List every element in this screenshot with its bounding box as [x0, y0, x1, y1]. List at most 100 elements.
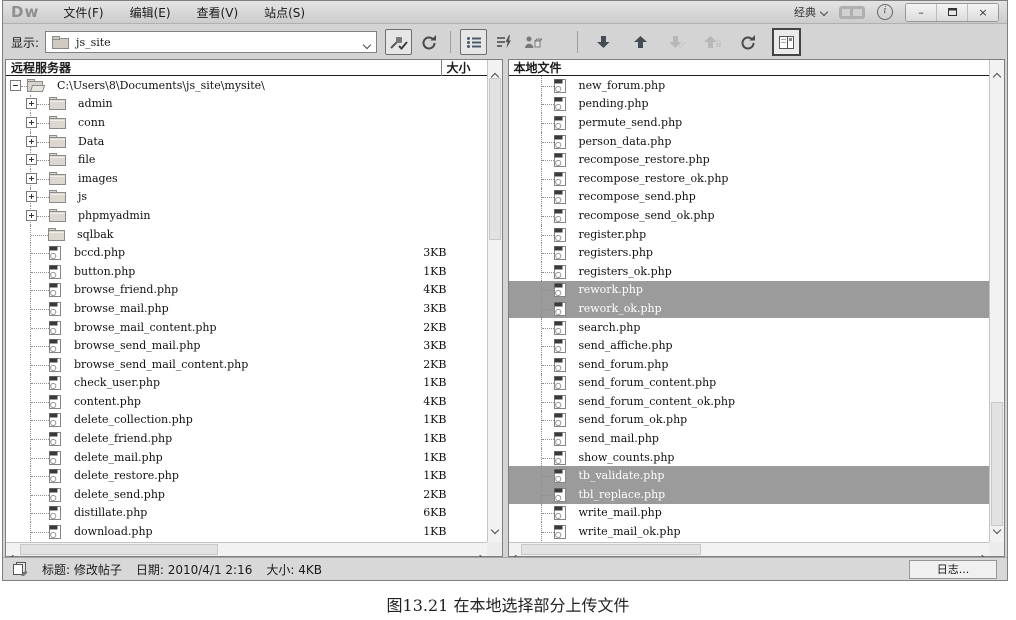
expand-expander-icon[interactable]: [26, 210, 37, 221]
expand-expander-icon[interactable]: [26, 98, 37, 109]
tree-row[interactable]: send_forum_ok.php: [509, 411, 990, 430]
menu-edit[interactable]: 编辑(E): [130, 4, 171, 21]
tree-row[interactable]: send_forum_content_ok.php: [509, 392, 990, 411]
tree-row[interactable]: button.php1KB: [6, 262, 487, 281]
tree-row[interactable]: sqlbak: [6, 225, 487, 244]
tree-row[interactable]: send_affiche.php: [509, 336, 990, 355]
local-horizontal-scrollbar[interactable]: [509, 542, 990, 556]
maximize-button[interactable]: [936, 4, 967, 21]
menu-view[interactable]: 查看(V): [197, 4, 239, 21]
tree-row[interactable]: browse_send_mail_content.php2KB: [6, 355, 487, 374]
tree-row[interactable]: js: [6, 188, 487, 207]
testing-server-view-button[interactable]: [491, 30, 516, 54]
get-files-button[interactable]: [591, 30, 616, 54]
menu-file[interactable]: 文件(F): [63, 4, 103, 21]
tree-row[interactable]: recompose_send.php: [509, 188, 990, 207]
tree-row[interactable]: delete_collection.php1KB: [6, 411, 487, 430]
scroll-down-icon[interactable]: [993, 526, 1001, 534]
tree-row[interactable]: browse_friend.php4KB: [6, 281, 487, 300]
help-info-icon[interactable]: i: [877, 4, 893, 20]
remote-horizontal-scrollbar[interactable]: [6, 542, 487, 556]
check-out-button[interactable]: [665, 30, 690, 54]
put-files-icon: [634, 35, 647, 49]
tree-row[interactable]: browse_mail_content.php2KB: [6, 318, 487, 337]
site-select-combo[interactable]: js_site: [45, 31, 377, 53]
expand-expander-icon[interactable]: [26, 136, 37, 147]
tree-row[interactable]: browse_send_mail.php3KB: [6, 336, 487, 355]
row-label: bccd.php: [74, 246, 125, 259]
refresh-button[interactable]: [416, 30, 441, 54]
collapse-expander-icon[interactable]: [10, 80, 21, 91]
close-button[interactable]: ×: [967, 4, 998, 21]
tree-row[interactable]: Data: [6, 132, 487, 151]
tree-row[interactable]: registers.php: [509, 243, 990, 262]
tree-row[interactable]: registers_ok.php: [509, 262, 990, 281]
scrollbar-thumb[interactable]: [991, 402, 1003, 526]
tree-row[interactable]: send_mail.php: [509, 429, 990, 448]
tree-row[interactable]: register.php: [509, 225, 990, 244]
php-file-icon: [49, 282, 62, 297]
tree-row[interactable]: pending.php: [509, 95, 990, 114]
tree-row[interactable]: show_counts.php: [509, 448, 990, 467]
tree-row[interactable]: new_forum.php: [509, 76, 990, 95]
expand-collapse-icon: [779, 36, 794, 49]
row-label: sqlbak: [77, 228, 113, 241]
tree-row[interactable]: conn: [6, 113, 487, 132]
tree-row[interactable]: delete_friend.php1KB: [6, 429, 487, 448]
tree-row[interactable]: recompose_restore_ok.php: [509, 169, 990, 188]
expand-expander-icon[interactable]: [26, 117, 37, 128]
expand-expander-icon[interactable]: [26, 173, 37, 184]
connect-button[interactable]: [385, 29, 412, 55]
tree-row[interactable]: content.php4KB: [6, 392, 487, 411]
minimize-button[interactable]: –: [906, 4, 936, 21]
tree-row[interactable]: C:\Users\8\Documents\js_site\mysite\: [6, 76, 487, 95]
remote-vertical-scrollbar[interactable]: [487, 60, 502, 542]
status-date: 日期: 2010/4/1 2:16: [136, 561, 253, 578]
workspace-switcher[interactable]: 经典: [794, 4, 827, 20]
log-report-icon[interactable]: [13, 562, 28, 576]
expand-expander-icon[interactable]: [26, 154, 37, 165]
tree-row[interactable]: write_mail_ok.php: [509, 522, 990, 541]
tree-row[interactable]: tbl_replace.php: [509, 485, 990, 504]
tree-row[interactable]: rework.php: [509, 281, 990, 300]
expand-collapse-button[interactable]: [772, 28, 801, 56]
scroll-down-icon[interactable]: [490, 526, 498, 534]
tree-row[interactable]: check_user.php1KB: [6, 374, 487, 393]
scrollbar-thumb[interactable]: [521, 544, 701, 555]
scroll-up-icon[interactable]: [993, 73, 1001, 81]
tree-row[interactable]: browse_mail.php3KB: [6, 299, 487, 318]
synchronize-button[interactable]: [735, 30, 760, 54]
scrollbar-thumb[interactable]: [489, 78, 501, 240]
menu-site[interactable]: 站点(S): [264, 4, 305, 21]
tree-row[interactable]: bccd.php3KB: [6, 243, 487, 262]
tree-row[interactable]: phpmyadmin: [6, 206, 487, 225]
tree-row[interactable]: recompose_restore.php: [509, 150, 990, 169]
tree-row[interactable]: delete_mail.php1KB: [6, 448, 487, 467]
size-column-header[interactable]: 大小: [441, 59, 487, 76]
tree-row[interactable]: delete_restore.php1KB: [6, 466, 487, 485]
tree-row[interactable]: write_mail.php: [509, 504, 990, 523]
tree-row[interactable]: download.php1KB: [6, 522, 487, 541]
tree-row[interactable]: tb_validate.php: [509, 466, 990, 485]
local-vertical-scrollbar[interactable]: [989, 60, 1004, 542]
site-files-view-button[interactable]: [460, 29, 487, 55]
tree-row[interactable]: images: [6, 169, 487, 188]
tree-row[interactable]: search.php: [509, 318, 990, 337]
tree-row[interactable]: distillate.php6KB: [6, 504, 487, 523]
scrollbar-thumb[interactable]: [20, 544, 218, 555]
check-in-button[interactable]: [700, 30, 725, 54]
tree-row[interactable]: admin: [6, 95, 487, 114]
put-files-button[interactable]: [628, 30, 653, 54]
tree-row[interactable]: person_data.php: [509, 132, 990, 151]
tree-row[interactable]: send_forum.php: [509, 355, 990, 374]
tree-row[interactable]: rework_ok.php: [509, 299, 990, 318]
tree-row[interactable]: recompose_send_ok.php: [509, 206, 990, 225]
tree-row[interactable]: delete_send.php2KB: [6, 485, 487, 504]
tree-row[interactable]: file: [6, 150, 487, 169]
log-button[interactable]: 日志...: [909, 560, 997, 579]
expand-expander-icon[interactable]: [26, 191, 37, 202]
tree-row[interactable]: send_forum_content.php: [509, 374, 990, 393]
tree-row[interactable]: permute_send.php: [509, 113, 990, 132]
cs-live-icon[interactable]: [839, 6, 865, 19]
repository-view-button[interactable]: [520, 30, 545, 54]
